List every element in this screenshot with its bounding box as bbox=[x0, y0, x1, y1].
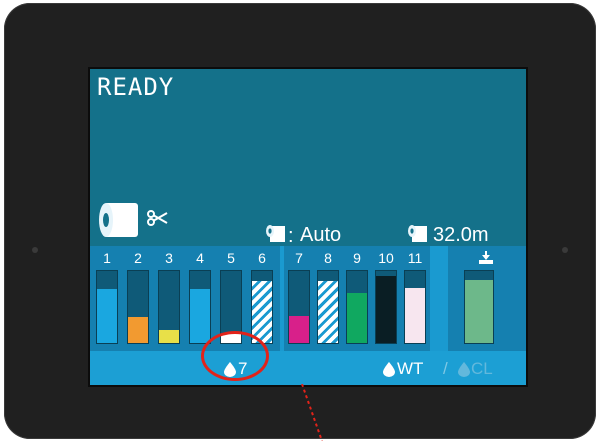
bezel-dot bbox=[562, 247, 568, 253]
maintenance-box-icon bbox=[479, 251, 493, 264]
ink-slot-label: 2 bbox=[134, 250, 142, 266]
ink-slot-label: 9 bbox=[353, 250, 361, 266]
ink-slot-label: 4 bbox=[196, 250, 204, 266]
printer-control-panel: READY : Auto 32.0m 1 2 3 4 5 6 7 8 9 10 … bbox=[4, 3, 596, 439]
ink-status-panel: 1 2 3 4 5 6 7 8 9 10 11 bbox=[90, 246, 526, 351]
ink-slot-label: 3 bbox=[165, 250, 173, 266]
maintenance-group bbox=[448, 246, 526, 351]
ink-level bbox=[97, 289, 117, 343]
ink-level bbox=[289, 316, 309, 343]
ink-drop-icon bbox=[383, 362, 395, 377]
scissors-icon bbox=[147, 210, 168, 226]
cl-label: CL bbox=[471, 359, 493, 378]
ink-slot-label: 5 bbox=[227, 250, 235, 266]
ink-slot-label: 7 bbox=[295, 250, 303, 266]
media-separator: : bbox=[288, 225, 294, 247]
ink-slot-label: 8 bbox=[324, 250, 332, 266]
lcd-screen: READY : Auto 32.0m 1 2 3 4 5 6 7 8 9 10 … bbox=[88, 67, 528, 387]
ink-tank-11 bbox=[404, 270, 426, 344]
ink-slot-label: 11 bbox=[407, 250, 423, 266]
mode-separator: / bbox=[443, 359, 448, 378]
maintenance-tank bbox=[464, 270, 494, 344]
ink-tank-4 bbox=[189, 270, 211, 344]
ink-tank-10 bbox=[375, 270, 397, 344]
callout-pointer bbox=[301, 384, 323, 441]
bezel-dot bbox=[32, 247, 38, 253]
ink-level bbox=[190, 289, 210, 343]
status-bar: 7 WT / CL bbox=[90, 351, 526, 385]
ink-level bbox=[405, 288, 425, 343]
ink-level bbox=[347, 293, 367, 343]
ink-tank-9 bbox=[346, 270, 368, 344]
ink-level bbox=[376, 276, 396, 343]
ink-drop-icon bbox=[458, 362, 470, 377]
ink-tank-8 bbox=[317, 270, 339, 344]
media-mode: Auto bbox=[300, 224, 342, 246]
ink-level bbox=[318, 281, 338, 343]
media-remaining: 32.0m bbox=[433, 224, 489, 246]
paper-sheet-icon bbox=[408, 225, 427, 242]
ink-level bbox=[128, 317, 148, 343]
callout-circle bbox=[201, 331, 269, 381]
ink-tank-3 bbox=[158, 270, 180, 344]
ink-level bbox=[159, 330, 179, 343]
paper-roll-icon bbox=[99, 203, 138, 237]
maintenance-level bbox=[465, 280, 493, 343]
wt-label: WT bbox=[397, 359, 424, 378]
ink-tank-2 bbox=[127, 270, 149, 344]
ink-slot-label: 1 bbox=[103, 250, 111, 266]
ink-slot-label: 10 bbox=[378, 250, 394, 266]
ink-tank-1 bbox=[96, 270, 118, 344]
ink-tank-6 bbox=[251, 270, 273, 344]
status-text: READY bbox=[97, 73, 175, 101]
ink-level bbox=[252, 281, 272, 343]
paper-sheet-icon bbox=[266, 225, 285, 242]
ink-slot-label: 6 bbox=[258, 250, 266, 266]
ink-tank-7 bbox=[288, 270, 310, 344]
